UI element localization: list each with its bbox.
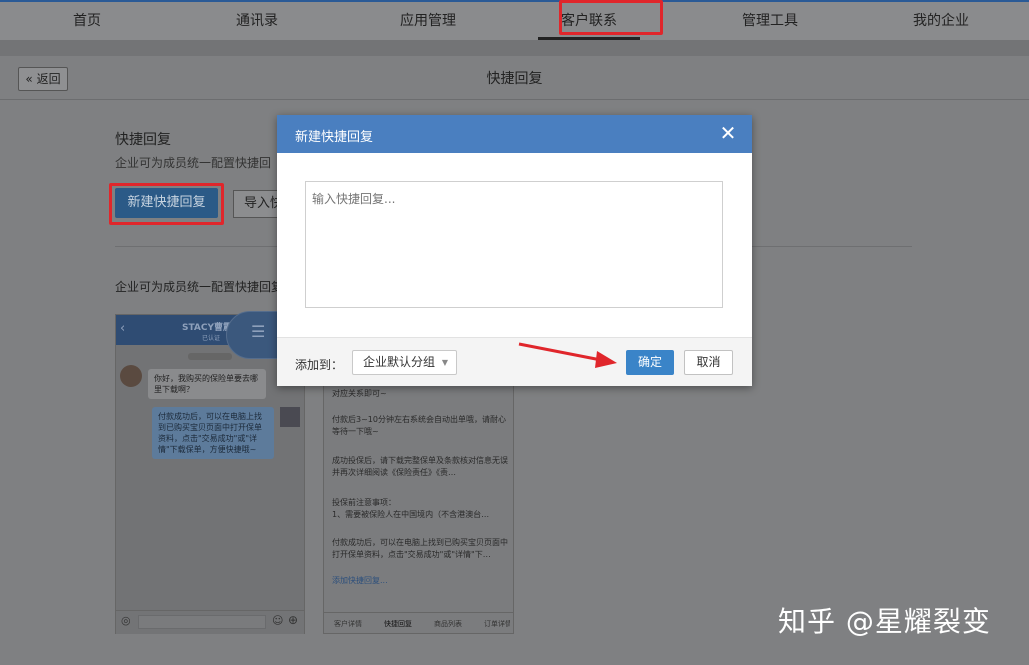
chat-input-bar: ◎ ☺ ⊕ [116, 610, 304, 634]
quick-reply-textarea[interactable] [305, 181, 723, 308]
nav-management-tools[interactable]: 管理工具 [710, 2, 830, 40]
add-to-label: 添加到： [295, 358, 344, 372]
preview-tab: 商品列表 [434, 620, 462, 628]
nav-contacts[interactable]: 通讯录 [197, 2, 317, 40]
timestamp-pill [188, 353, 232, 360]
confirm-button[interactable]: 确定 [626, 350, 674, 375]
reply-item: 付款后3~10分钟左右系统会自动出单哦，请耐心等待一下哦~ [332, 415, 506, 436]
reply-item: 付款成功后，可以在电脑上找到已购买宝贝页面中打开保单资料，点击"交易成功"或"详… [332, 538, 508, 559]
cancel-button[interactable]: 取消 [684, 350, 733, 375]
close-icon[interactable]: ✕ [716, 121, 740, 145]
red-arrow-icon [518, 342, 617, 368]
staff-avatar [280, 407, 300, 427]
section-title: 快捷回复 [115, 132, 171, 148]
emoji-icon: ☺ [272, 614, 284, 627]
customer-message: 你好，我购买的保险单要去哪里下载啊？ [148, 369, 266, 399]
reply-item: 投保前注意事项： 1、需要被保险人在中国境内（不含港澳台… [332, 498, 490, 519]
top-nav-bar: 首页 通讯录 应用管理 客户联系 管理工具 我的企业 [0, 0, 1029, 40]
section-description: 企业可为成员统一配置快捷回 [115, 156, 272, 170]
reply-item: 成功投保后，请下载完整保单及条款核对信息无误并再次详细阅读《保险责任》《责… [332, 456, 508, 477]
chat-input [138, 615, 266, 629]
contact-sub: 已认证 [202, 335, 221, 342]
dialog-header: 新建快捷回复 ✕ [277, 115, 752, 153]
staff-message: 付款成功后，可以在电脑上找到已购买宝贝页面中打开保单资料，点击"交易成功"或"详… [152, 407, 274, 459]
customer-avatar [120, 365, 142, 387]
section-description-2: 企业可为成员统一配置快捷回复 [115, 280, 284, 294]
preview-tab: 快捷回复 [384, 620, 412, 628]
chevron-down-icon: ▼ [441, 358, 448, 367]
watermark-text: 知乎 @星耀裂变 [778, 605, 991, 638]
add-reply-link: 添加快捷回复... [332, 576, 388, 585]
preview-tab: 客户详情 [334, 620, 362, 628]
page-title: 快捷回复 [486, 71, 543, 87]
preview-tabs: 客户详情 快捷回复 商品列表 订单详情 [324, 612, 513, 634]
highlight-box-new-button [109, 183, 224, 225]
nav-app-management[interactable]: 应用管理 [368, 2, 488, 40]
highlight-box-nav [559, 0, 663, 35]
dialog-footer: 添加到： 企业默认分组 ▼ 确定 取消 [277, 337, 752, 386]
menu-icon: ☰ [251, 322, 266, 341]
plus-icon: ⊕ [288, 613, 299, 627]
voice-icon: ◎ [121, 614, 131, 627]
reply-item: 对应关系即可~ [332, 389, 387, 398]
back-chevron-icon: ‹ [120, 321, 126, 336]
group-select[interactable]: 企业默认分组 ▼ [352, 350, 457, 375]
dialog-title: 新建快捷回复 [295, 130, 374, 145]
preview-tab: 订单详情 [484, 620, 510, 628]
sub-band [0, 40, 1029, 56]
nav-my-enterprise[interactable]: 我的企业 [881, 2, 1001, 40]
header-row: « 返回 快捷回复 [0, 56, 1029, 100]
contact-name: STACY曹震 [182, 323, 233, 333]
new-quick-reply-dialog: 新建快捷回复 ✕ 添加到： 企业默认分组 ▼ 确定 取消 [277, 115, 752, 386]
group-select-value: 企业默认分组 [363, 355, 436, 369]
nav-home[interactable]: 首页 [27, 2, 147, 40]
